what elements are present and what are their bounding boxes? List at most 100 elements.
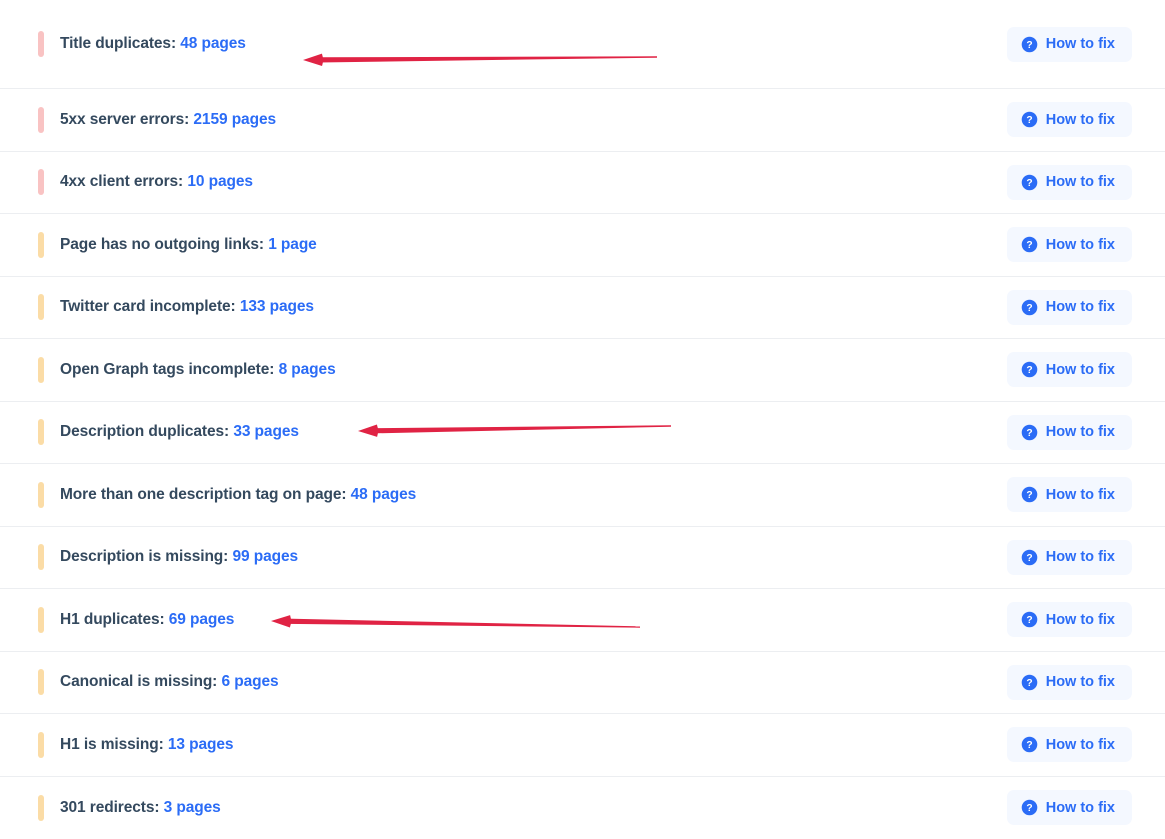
issue-count-link[interactable]: 8 pages — [279, 361, 336, 378]
svg-text:?: ? — [1026, 553, 1032, 564]
issue-count-link[interactable]: 48 pages — [180, 35, 246, 52]
severity-indicator-warning — [38, 482, 44, 508]
how-to-fix-label: How to fix — [1046, 300, 1115, 315]
issue-label: Open Graph tags incomplete: 8 pages — [60, 361, 336, 379]
how-to-fix-label: How to fix — [1046, 550, 1115, 565]
how-to-fix-button[interactable]: ?How to fix — [1007, 727, 1132, 762]
severity-indicator-warning — [38, 419, 44, 445]
how-to-fix-button[interactable]: ?How to fix — [1007, 165, 1132, 200]
how-to-fix-button[interactable]: ?How to fix — [1007, 477, 1132, 512]
issue-row[interactable]: H1 is missing: 13 pages ?How to fix — [0, 714, 1165, 777]
how-to-fix-label: How to fix — [1046, 675, 1115, 690]
issue-count-link[interactable]: 13 pages — [168, 736, 234, 753]
severity-indicator-error — [38, 107, 44, 133]
severity-indicator-warning — [38, 732, 44, 758]
question-circle-icon: ? — [1021, 736, 1038, 753]
how-to-fix-label: How to fix — [1046, 425, 1115, 440]
how-to-fix-button[interactable]: ? How to fix — [1007, 790, 1132, 825]
issue-title: Twitter card incomplete: — [60, 298, 236, 315]
issue-count-link[interactable]: 133 pages — [240, 298, 314, 315]
issue-count-link[interactable]: 33 pages — [233, 423, 299, 440]
how-to-fix-button[interactable]: ? How to fix — [1007, 227, 1132, 262]
how-to-fix-button[interactable]: ? How to fix — [1007, 27, 1132, 62]
issue-label: Title duplicates: 48 pages — [60, 35, 246, 53]
issue-title: H1 duplicates: — [60, 611, 165, 628]
how-to-fix-label: How to fix — [1046, 801, 1115, 816]
severity-indicator-warning — [38, 795, 44, 821]
issue-count-link[interactable]: 6 pages — [221, 673, 278, 690]
issue-title: 301 redirects: — [60, 799, 159, 816]
issue-list: Title duplicates: 48 pages? How to fix 5xx… — [0, 0, 1165, 839]
issue-count-link[interactable]: 99 pages — [232, 548, 298, 565]
issue-row[interactable]: 301 redirects: 3 pages? How to fix — [0, 777, 1165, 839]
how-to-fix-button[interactable]: ? How to fix — [1007, 102, 1132, 137]
issue-row[interactable]: Open Graph tags incomplete: 8 pages? How … — [0, 339, 1165, 402]
how-to-fix-label: How to fix — [1046, 238, 1115, 253]
issue-label: Twitter card incomplete: 133 pages — [60, 298, 314, 316]
how-to-fix-label: How to fix — [1046, 613, 1115, 628]
issue-row[interactable]: 4xx client errors: 10 pages ?How to fix — [0, 152, 1165, 215]
question-circle-icon: ? — [1021, 549, 1038, 566]
how-to-fix-label: How to fix — [1046, 363, 1115, 378]
how-to-fix-button[interactable]: ? How to fix — [1007, 665, 1132, 700]
svg-text:?: ? — [1026, 678, 1032, 689]
issue-label: Canonical is missing: 6 pages — [60, 673, 279, 691]
issue-count-link[interactable]: 10 pages — [187, 173, 253, 190]
issue-row[interactable]: H1 duplicates: 69 pages? How to fix — [0, 589, 1165, 652]
severity-indicator-warning — [38, 357, 44, 383]
svg-text:?: ? — [1026, 803, 1032, 814]
svg-text:?: ? — [1026, 240, 1032, 251]
issue-count-link[interactable]: 69 pages — [169, 611, 235, 628]
how-to-fix-button[interactable]: ? How to fix — [1007, 352, 1132, 387]
question-circle-icon: ? — [1021, 799, 1038, 816]
severity-indicator-warning — [38, 669, 44, 695]
issue-row[interactable]: Twitter card incomplete: 133 pages? How t… — [0, 277, 1165, 340]
severity-indicator-warning — [38, 294, 44, 320]
svg-text:?: ? — [1026, 490, 1032, 501]
issue-row[interactable]: Description duplicates: 33 pages? How to … — [0, 402, 1165, 465]
issue-count-link[interactable]: 1 page — [268, 236, 317, 253]
issue-count-link[interactable]: 48 pages — [351, 486, 417, 503]
question-circle-icon: ? — [1021, 424, 1038, 441]
issue-title: Title duplicates: — [60, 35, 176, 52]
question-circle-icon: ? — [1021, 611, 1038, 628]
svg-text:?: ? — [1026, 115, 1032, 126]
issue-count-link[interactable]: 3 pages — [164, 799, 221, 816]
how-to-fix-button[interactable]: ? How to fix — [1007, 540, 1132, 575]
svg-text:?: ? — [1026, 428, 1032, 439]
severity-indicator-error — [38, 169, 44, 195]
severity-indicator-warning — [38, 607, 44, 633]
svg-text:?: ? — [1026, 40, 1032, 51]
issue-label: More than one description tag on page: 4… — [60, 486, 416, 504]
issue-label: Description duplicates: 33 pages — [60, 423, 299, 441]
how-to-fix-label: How to fix — [1046, 113, 1115, 128]
issue-row[interactable]: 5xx server errors: 2159 pages? How to fix — [0, 89, 1165, 152]
svg-text:?: ? — [1026, 303, 1032, 314]
issue-row[interactable]: Page has no outgoing links: 1 page?How t… — [0, 214, 1165, 277]
issue-label: 4xx client errors: 10 pages — [60, 173, 253, 191]
svg-text:?: ? — [1026, 365, 1032, 376]
how-to-fix-button[interactable]: ? How to fix — [1007, 602, 1132, 637]
how-to-fix-button[interactable]: ? How to fix — [1007, 415, 1132, 450]
issue-title: 4xx client errors: — [60, 173, 183, 190]
issue-row[interactable]: Description is missing: 99 pages? How to … — [0, 527, 1165, 590]
question-circle-icon: ? — [1021, 361, 1038, 378]
issue-title: Description duplicates: — [60, 423, 229, 440]
issue-row[interactable]: More than one description tag on page: 4… — [0, 464, 1165, 527]
issue-row[interactable]: Title duplicates: 48 pages? How to fix — [0, 0, 1165, 89]
question-circle-icon: ? — [1021, 111, 1038, 128]
how-to-fix-button[interactable]: ? How to fix — [1007, 290, 1132, 325]
issue-row[interactable]: Canonical is missing: 6 pages? How to fix — [0, 652, 1165, 715]
issue-label: H1 is missing: 13 pages — [60, 736, 233, 754]
issue-label: Description is missing: 99 pages — [60, 548, 298, 566]
issue-count-link[interactable]: 2159 pages — [193, 111, 276, 128]
issue-title: H1 is missing: — [60, 736, 164, 753]
severity-indicator-warning — [38, 544, 44, 570]
issue-title: Description is missing: — [60, 548, 228, 565]
how-to-fix-label: How to fix — [1046, 37, 1115, 52]
question-circle-icon: ? — [1021, 174, 1038, 191]
svg-text:?: ? — [1026, 178, 1032, 189]
severity-indicator-error — [38, 31, 44, 57]
issue-label: 5xx server errors: 2159 pages — [60, 111, 276, 129]
question-circle-icon: ? — [1021, 36, 1038, 53]
